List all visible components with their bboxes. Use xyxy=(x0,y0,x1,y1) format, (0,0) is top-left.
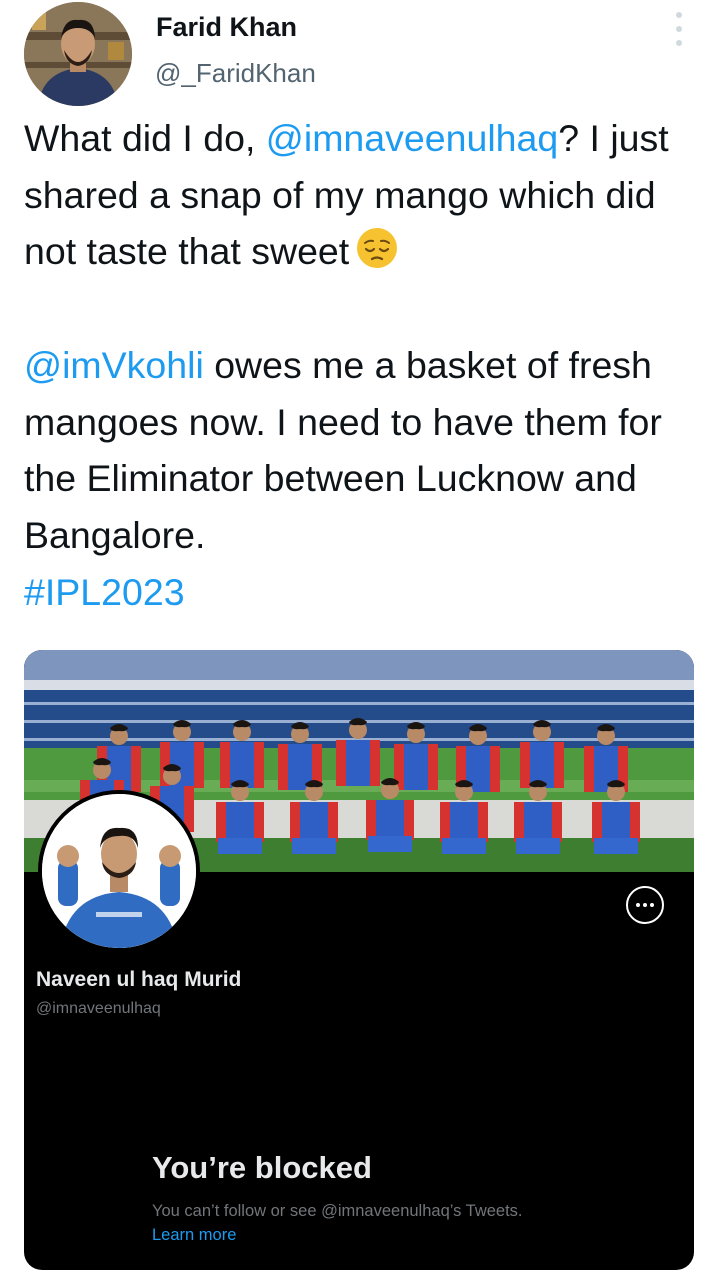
profile-card[interactable]: Naveen ul haq Murid @imnaveenulhaq You’r… xyxy=(24,650,694,1270)
profile-avatar[interactable] xyxy=(38,790,200,952)
blocked-description: You can’t follow or see @imnaveenulhaq’s… xyxy=(152,1202,523,1220)
author-avatar-image xyxy=(24,2,132,106)
pensive-face-emoji xyxy=(357,228,398,269)
tweet-text-intro: What did I do, xyxy=(24,117,266,159)
hashtag-link[interactable]: #IPL2023 xyxy=(24,571,185,613)
more-horizontal-icon[interactable] xyxy=(626,886,664,924)
blocked-profile-name[interactable]: Naveen ul haq Murid xyxy=(36,968,241,992)
blocked-profile-handle: @imnaveenulhaq xyxy=(36,1000,161,1017)
tweet-paragraph-1: What did I do, @imnaveenulhaq? I just sh… xyxy=(24,110,704,280)
author-handle[interactable]: @_FaridKhan xyxy=(155,58,316,89)
author-avatar[interactable] xyxy=(24,2,132,106)
more-vertical-icon[interactable] xyxy=(668,12,690,46)
tweet-text: What did I do, @imnaveenulhaq? I just sh… xyxy=(24,110,704,620)
profile-avatar-image xyxy=(42,794,196,948)
blocked-title: You’re blocked xyxy=(152,1150,372,1185)
learn-more-link[interactable]: Learn more xyxy=(152,1226,236,1245)
author-name[interactable]: Farid Khan xyxy=(156,12,297,43)
mention-link-imvkohli[interactable]: @imVkohli xyxy=(24,344,204,386)
mention-link-imnaveenulhaq[interactable]: @imnaveenulhaq xyxy=(266,117,558,159)
tweet-paragraph-2: @imVkohli owes me a basket of fresh mang… xyxy=(24,337,704,621)
